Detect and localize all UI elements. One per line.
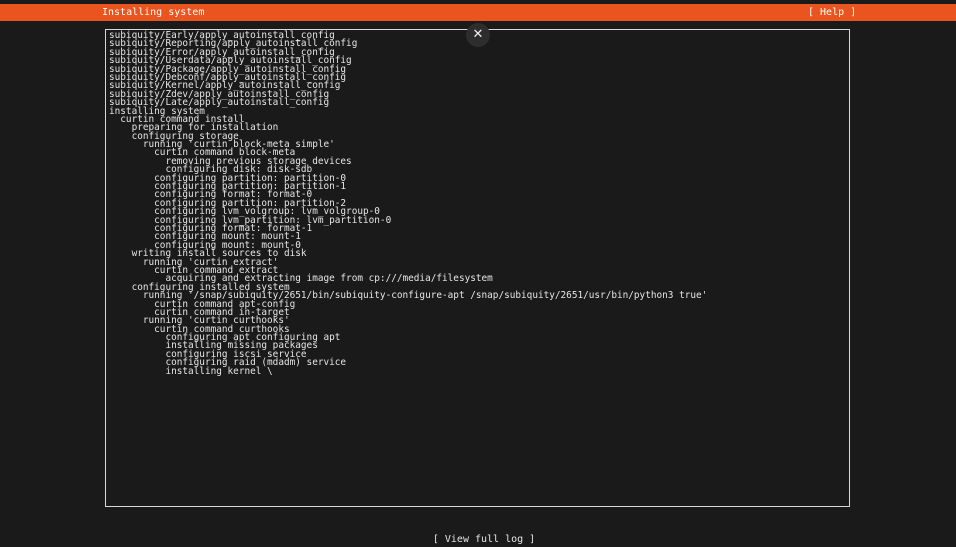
log-line: installing kernel \ — [109, 365, 273, 377]
header-bar: Installing system [ Help ] — [0, 4, 956, 21]
footer: [ View full log ] — [0, 519, 956, 547]
log-lines: subiquity/Early/apply_autoinstall_config… — [109, 31, 847, 377]
help-button[interactable]: [ Help ] — [808, 5, 856, 20]
view-full-log-button[interactable]: [ View full log ] — [433, 534, 535, 545]
page-title: Installing system — [102, 7, 205, 18]
close-icon[interactable]: ✕ — [466, 23, 490, 47]
install-log-panel[interactable]: subiquity/Early/apply_autoinstall_config… — [105, 29, 850, 507]
log-line: subiquity/Late/apply_autoinstall_config — [109, 97, 330, 109]
